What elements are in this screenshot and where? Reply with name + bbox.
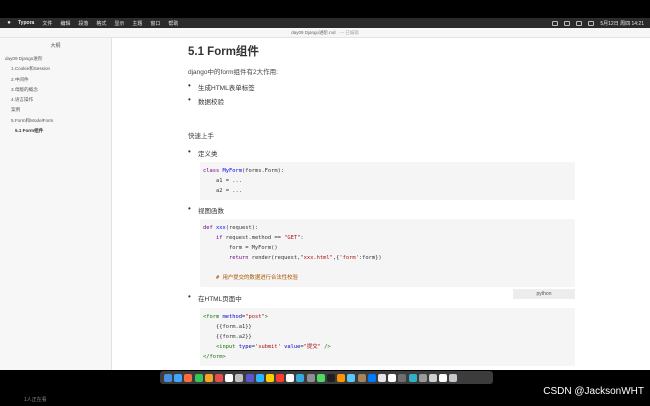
code-language-selector[interactable]: python xyxy=(513,289,575,299)
code-line: {{form.a1}} xyxy=(203,324,252,330)
outline-item[interactable]: 2.中间件 xyxy=(0,75,111,85)
menu-help[interactable]: 帮助 xyxy=(168,20,178,27)
dock-app-icon[interactable] xyxy=(286,373,295,382)
outline-item[interactable]: 5.Form和ModelForm xyxy=(0,116,111,126)
dock-app-icon[interactable] xyxy=(367,373,376,382)
bullet-text: 视图函数 xyxy=(198,208,224,215)
wifi-icon[interactable] xyxy=(564,20,571,26)
dock-app-icon[interactable] xyxy=(408,373,417,382)
code-line: form = MyForm() xyxy=(203,245,278,251)
dock-app-icon[interactable] xyxy=(164,373,172,382)
menu-paragraph[interactable]: 段落 xyxy=(78,20,88,27)
dock-app-icon[interactable] xyxy=(265,373,274,382)
outline-title: 大纲 xyxy=(50,43,61,49)
dock-app-icon[interactable] xyxy=(347,373,356,382)
code-block-html[interactable]: <form method="post"> {{form.a1}} {{form.… xyxy=(200,308,575,366)
menu-window[interactable]: 窗口 xyxy=(150,20,160,27)
code-block-form-class[interactable]: class MyForm(forms.Form): a1 = ... a2 = … xyxy=(200,162,575,200)
control-center-icon[interactable] xyxy=(588,20,595,26)
status-area: 5月12日 周四 14:21 xyxy=(552,18,644,28)
dock-app-icon[interactable] xyxy=(337,373,346,382)
bullet-item: 定义类 xyxy=(188,147,218,158)
code-line: </form> xyxy=(203,354,226,360)
outline-item[interactable]: 案例 xyxy=(0,105,111,115)
dock-app-icon[interactable] xyxy=(398,373,407,382)
code-block-view[interactable]: def xxx(request): if request.method == "… xyxy=(200,219,575,287)
editor-area[interactable]: 5.1 Form组件 django中的form组件有2大作用: 生成HTML表单… xyxy=(113,38,650,370)
datetime[interactable]: 5月12日 周四 14:21 xyxy=(600,20,644,27)
bullet-item: 数据校验 xyxy=(188,95,224,106)
search-icon[interactable] xyxy=(576,20,583,26)
dock-app-icon[interactable] xyxy=(388,373,397,382)
dock-app-icon[interactable] xyxy=(418,373,427,382)
window-titlebar: day09 Django进阶.md — 已编辑 xyxy=(0,28,650,38)
dock-app-icon[interactable] xyxy=(449,373,458,382)
dock-app-icon[interactable] xyxy=(377,373,386,382)
intro-paragraph: django中的form组件有2大作用: xyxy=(188,69,278,76)
dock-app-icon[interactable] xyxy=(174,373,183,382)
menu-file[interactable]: 文件 xyxy=(42,20,52,27)
outline-item[interactable]: 4.语言操作 xyxy=(0,95,111,105)
outline-list: day09 Django进阶 1.Cookie和Session 2.中间件 3.… xyxy=(0,54,111,136)
apple-icon[interactable]: ● xyxy=(6,20,12,26)
menubar: ● Typora 文件 编辑 段落 格式 显示 主题 窗口 帮助 5月12日 周… xyxy=(0,18,650,28)
code-line: {{form.a2}} xyxy=(203,334,252,340)
code-line: # 用户提交的数据进行合法性校验 xyxy=(215,275,298,281)
bullet-text: 定义类 xyxy=(198,151,218,158)
dock-app-icon[interactable] xyxy=(316,373,325,382)
viewer-count: 1人正在看 xyxy=(24,397,47,403)
dock-app-icon[interactable] xyxy=(184,373,193,382)
code-line: <input type='submit' value="提交" /> xyxy=(215,344,331,350)
code-line: if request.method == "GET": xyxy=(215,235,304,241)
outline-item-active[interactable]: 5.1 Form组件 xyxy=(0,126,111,136)
section-heading: 5.1 Form组件 xyxy=(188,46,259,58)
bullet-item: 视图函数 xyxy=(188,204,224,215)
menu-view[interactable]: 显示 xyxy=(114,20,124,27)
code-line: <form method="post"> xyxy=(203,314,268,320)
app-name-menu[interactable]: Typora xyxy=(18,20,34,26)
watermark: CSDN @JacksonWHT xyxy=(543,386,644,397)
dock xyxy=(160,371,493,384)
dock-app-icon[interactable] xyxy=(255,373,264,382)
dock-app-icon[interactable] xyxy=(214,373,223,382)
dock-app-icon[interactable] xyxy=(276,373,285,382)
dock-app-icon[interactable] xyxy=(194,373,203,382)
dock-app-icon[interactable] xyxy=(225,373,234,382)
menu-edit[interactable]: 编辑 xyxy=(60,20,70,27)
window-title: day09 Django进阶.md xyxy=(291,29,336,35)
dock-app-icon[interactable] xyxy=(204,373,213,382)
quick-start-paragraph: 快速上手 xyxy=(188,133,214,140)
code-line: return render(request,"xxx.html",{'form'… xyxy=(228,255,382,261)
bullet-text: 数据校验 xyxy=(198,99,224,106)
dock-app-icon[interactable] xyxy=(439,373,448,382)
dock-app-icon[interactable] xyxy=(327,373,335,382)
edited-label: — 已编辑 xyxy=(339,29,359,35)
dock-app-icon[interactable] xyxy=(235,373,244,382)
outline-sidebar: 大纲 day09 Django进阶 1.Cookie和Session 2.中间件… xyxy=(0,38,112,370)
outline-item[interactable]: 3.母版的概念 xyxy=(0,85,111,95)
typora-window: day09 Django进阶.md — 已编辑 大纲 day09 Django进… xyxy=(0,28,650,370)
code-line: class MyForm(forms.Form): xyxy=(203,168,285,174)
code-line: a1 = ... xyxy=(203,178,242,184)
dock-app-icon[interactable] xyxy=(245,373,254,382)
outline-item[interactable]: day09 Django进阶 xyxy=(0,54,111,64)
dock-app-icon[interactable] xyxy=(296,373,305,382)
outline-item[interactable]: 1.Cookie和Session xyxy=(0,64,111,74)
bullet-text: 生成HTML表单标签 xyxy=(198,85,255,92)
menu-theme[interactable]: 主题 xyxy=(132,20,142,27)
dock-app-icon[interactable] xyxy=(428,373,437,382)
bullet-item: 在HTML页面中 xyxy=(188,292,242,303)
code-line: a2 = ... xyxy=(203,188,242,194)
bullet-item: 生成HTML表单标签 xyxy=(188,81,255,92)
menu-format[interactable]: 格式 xyxy=(96,20,106,27)
bullet-text: 在HTML页面中 xyxy=(198,296,242,303)
code-line: def xxx(request): xyxy=(203,225,259,231)
dock-app-icon[interactable] xyxy=(306,373,315,382)
dock-app-icon[interactable] xyxy=(357,373,366,382)
battery-icon[interactable] xyxy=(552,20,559,26)
